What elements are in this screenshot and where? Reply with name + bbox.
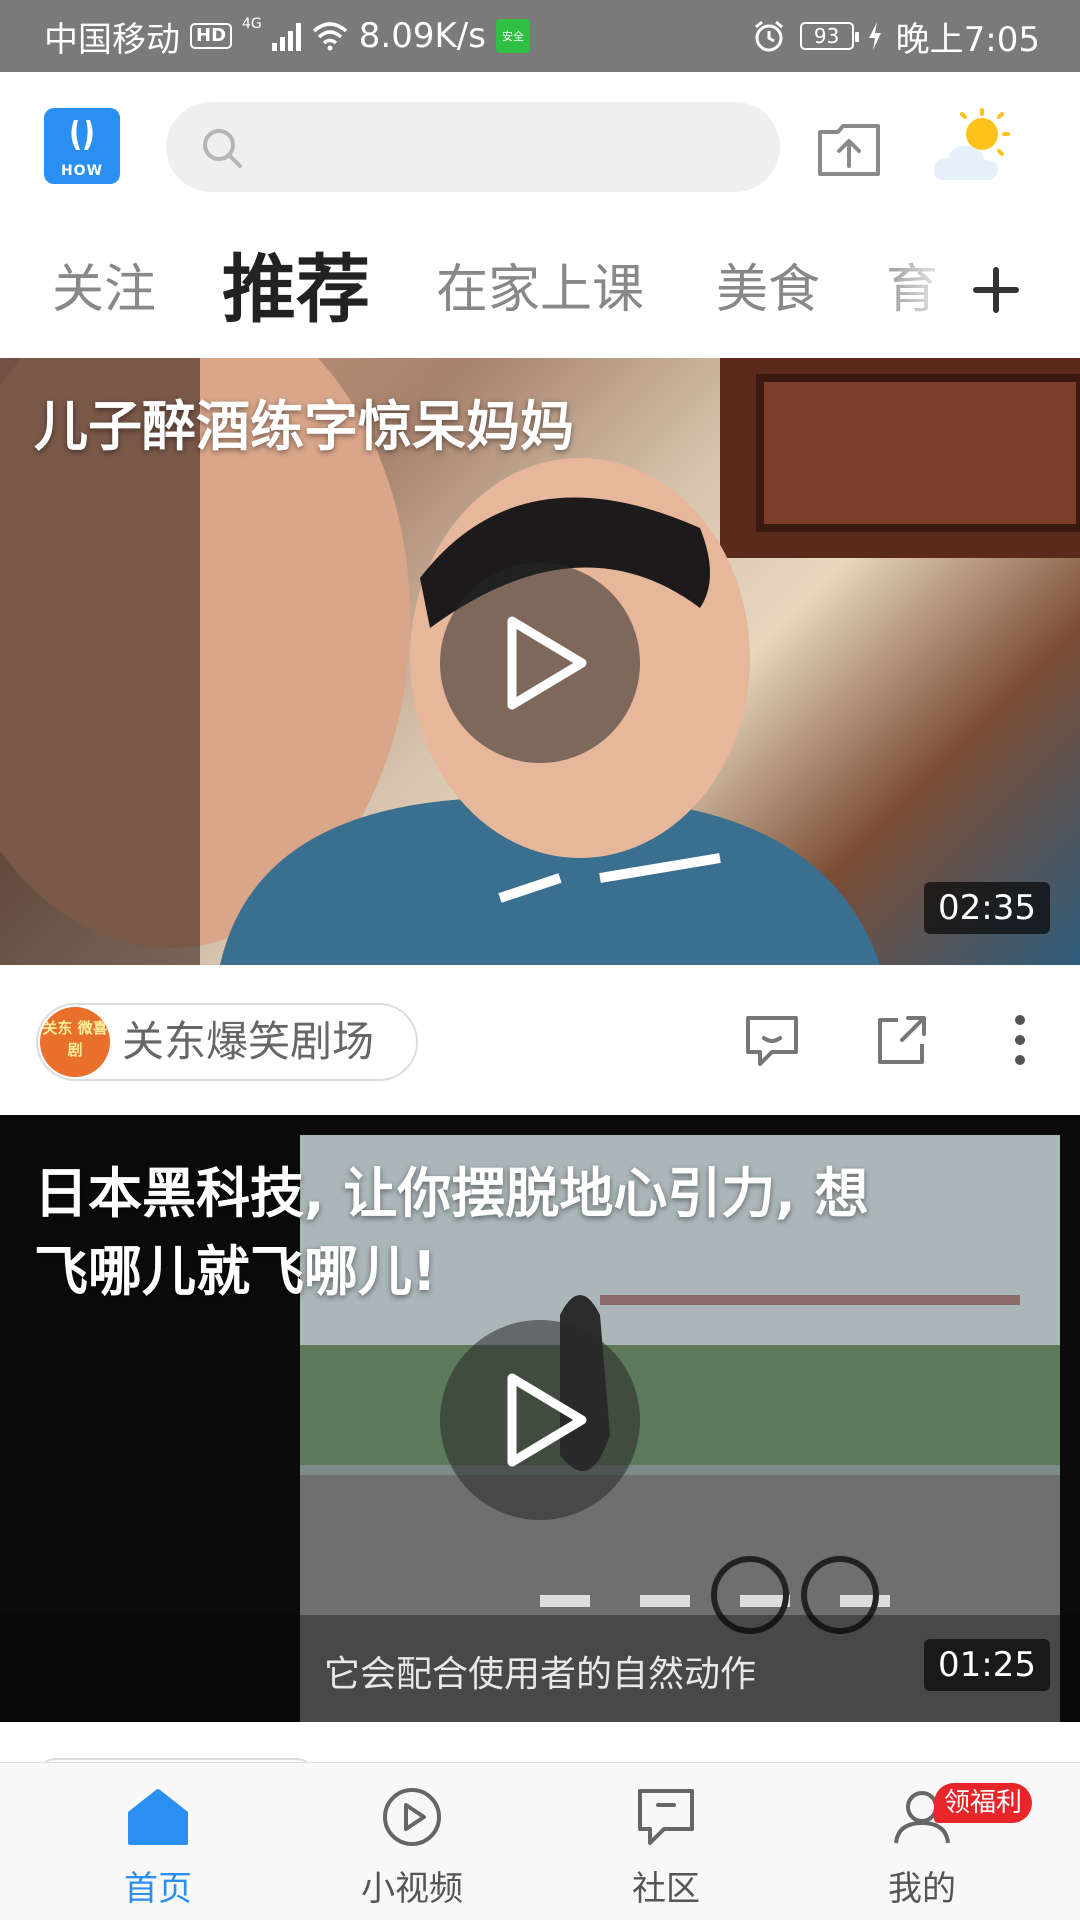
nav-home-label: 首页 [124, 1869, 192, 1909]
search-icon [203, 129, 242, 168]
nav-home[interactable]: 首页 [48, 1763, 268, 1920]
tab-food[interactable]: 美食 [716, 222, 820, 358]
video-meta-row: 关东 微喜剧 关东爆笑剧场 [0, 965, 1080, 1115]
play-icon [507, 616, 587, 710]
app-logo[interactable]: HOW [44, 108, 120, 184]
status-left: 中国移动 HD 4G 8.09K/s 安全 [44, 0, 530, 72]
author-name: 关东爆笑剧场 [122, 1017, 375, 1066]
nav-short-video[interactable]: 小视频 [302, 1763, 522, 1920]
play-button[interactable] [440, 1320, 640, 1520]
rabbit-ears-icon [71, 120, 93, 150]
search-input[interactable] [256, 102, 756, 192]
signal-icon [271, 21, 301, 51]
avatar-text: 关东 微喜剧 [42, 1019, 108, 1059]
video-duration: 01:25 [924, 1639, 1050, 1691]
bottom-nav: 首页 小视频 社区 我的 领福利 [0, 1762, 1080, 1920]
next-card-peek [0, 1722, 1080, 1798]
home-icon [128, 1789, 188, 1845]
status-right: 93 晚上7:05 [752, 0, 1040, 72]
wifi-icon [312, 22, 347, 51]
nav-short-video-label: 小视频 [361, 1869, 463, 1909]
author-avatar: 关东 微喜剧 [40, 1007, 110, 1077]
search-bar[interactable] [166, 102, 780, 192]
community-icon [638, 1789, 694, 1845]
video-title-line2[interactable]: 飞哪儿就飞哪儿! [34, 1233, 437, 1311]
more-options-icon[interactable] [990, 1010, 1050, 1070]
nav-community[interactable]: 社区 [556, 1763, 776, 1920]
video-title[interactable]: 儿子醉酒练字惊呆妈妈 [34, 388, 574, 466]
upload-video-icon[interactable] [814, 118, 884, 180]
video-card[interactable]: 日本黑科技, 让你摆脱地心引力, 想 飞哪儿就飞哪儿! 它会配合使用者的自然动作… [0, 1115, 1080, 1722]
nav-community-label: 社区 [632, 1869, 700, 1909]
tab-recommended[interactable]: 推荐 [222, 222, 370, 358]
video-card[interactable]: 儿子醉酒练字惊呆妈妈 02:35 [0, 358, 1080, 965]
carrier-label: 中国移动 [44, 19, 180, 60]
play-button[interactable] [440, 563, 640, 763]
video-caption: 它会配合使用者的自然动作 [323, 1654, 756, 1695]
video-duration: 02:35 [924, 882, 1050, 934]
tab-home-classes[interactable]: 在家上课 [436, 222, 644, 358]
logo-text: HOW [60, 163, 104, 179]
add-tab-icon[interactable] [966, 260, 1026, 320]
author-chip[interactable]: 关东 微喜剧 关东爆笑剧场 [36, 1003, 418, 1081]
play-circle-icon [383, 1788, 441, 1846]
weather-icon[interactable] [930, 108, 1012, 186]
network-speed: 8.09K/s [358, 16, 486, 56]
network-type-label: 4G [242, 16, 262, 32]
charging-icon [868, 22, 881, 50]
status-bar: 中国移动 HD 4G 8.09K/s 安全 93 晚上7:05 [0, 0, 1080, 72]
security-app-icon: 安全 [495, 19, 530, 53]
comment-icon[interactable] [742, 1010, 802, 1070]
nav-profile-label: 我的 [888, 1869, 956, 1909]
alarm-icon [754, 20, 783, 52]
battery-icon: 93 [799, 22, 859, 50]
play-icon [507, 1373, 587, 1467]
video-title-line1[interactable]: 日本黑科技, 让你摆脱地心引力, 想 [34, 1155, 869, 1233]
hd-icon: HD [190, 23, 233, 49]
category-tabs: 关注 推荐 在家上课 美食 育 [0, 222, 1080, 358]
share-icon[interactable] [872, 1010, 932, 1070]
promo-badge[interactable]: 领福利 [934, 1783, 1033, 1823]
tabs-fade [870, 222, 960, 358]
clock: 晚上7:05 [895, 19, 1040, 60]
app-header: HOW [0, 72, 1080, 222]
tab-follow[interactable]: 关注 [52, 222, 156, 358]
